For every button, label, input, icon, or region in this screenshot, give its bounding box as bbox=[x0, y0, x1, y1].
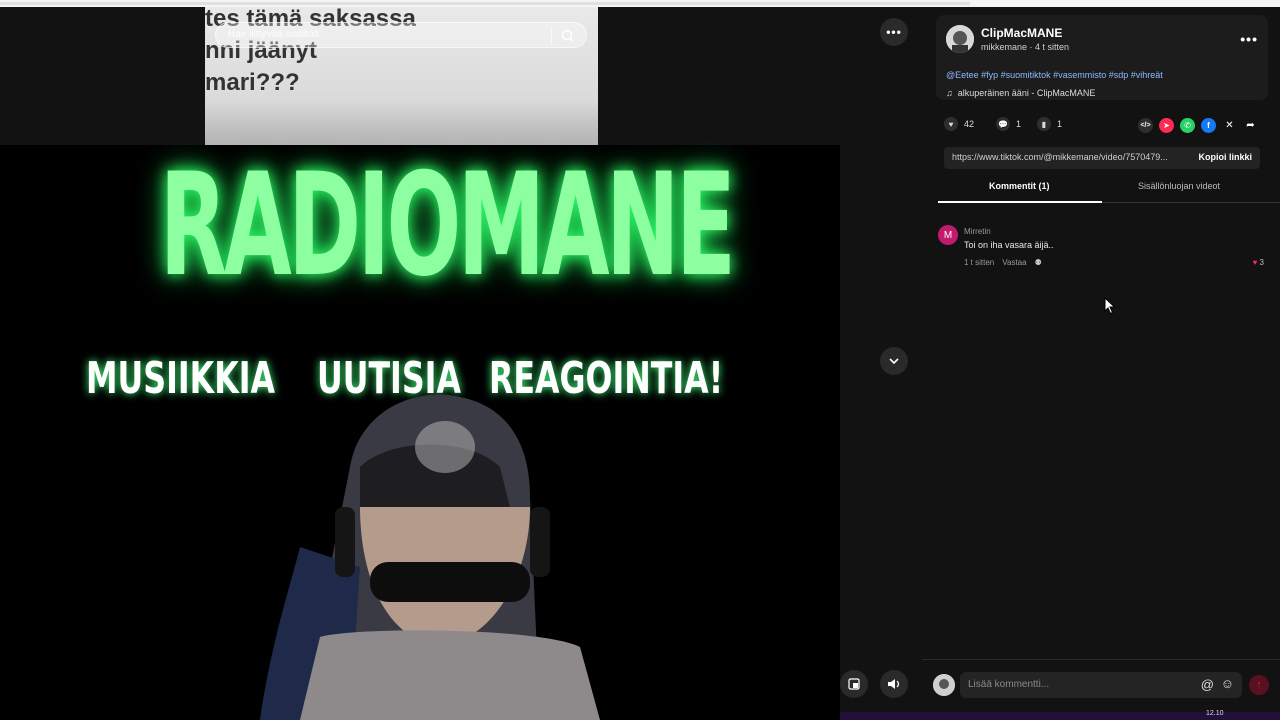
comment-icon: 💬 bbox=[996, 117, 1010, 131]
embed-icon[interactable]: </> bbox=[1138, 118, 1153, 133]
bookmark-icon: ▮ bbox=[1037, 117, 1051, 131]
heart-icon: ♥ bbox=[1252, 258, 1258, 267]
active-tab-indicator bbox=[938, 201, 1102, 203]
mention-icon[interactable]: @ bbox=[1201, 677, 1214, 692]
comment-button[interactable]: 💬 1 bbox=[996, 117, 1021, 131]
commenter-avatar[interactable]: M bbox=[938, 225, 958, 245]
x-icon[interactable]: ✕ bbox=[1222, 118, 1237, 133]
commenter-name[interactable]: Mirretin bbox=[964, 227, 991, 236]
video-url: https://www.tiktok.com/@mikkemane/video/… bbox=[952, 152, 1168, 162]
stream-title: RADIOMANE bbox=[159, 143, 736, 308]
embedded-shade bbox=[205, 102, 598, 145]
share-arrow-icon[interactable]: ➦ bbox=[1243, 118, 1258, 133]
creator-liked-icon: ⚉ bbox=[1034, 258, 1042, 267]
video-side-controls: ••• bbox=[840, 7, 922, 720]
tab-comments[interactable]: Kommentit (1) bbox=[989, 181, 1050, 191]
chevron-down-icon bbox=[889, 358, 899, 365]
comment-count: 1 bbox=[1016, 119, 1022, 129]
avatar-image bbox=[946, 25, 974, 53]
search-icon[interactable] bbox=[560, 28, 576, 44]
whatsapp-icon[interactable]: ✆ bbox=[1180, 118, 1195, 133]
more-options-button[interactable]: ••• bbox=[880, 18, 908, 46]
comment-time: 1 t sitten bbox=[964, 258, 995, 267]
search-divider bbox=[551, 27, 552, 45]
volume-button[interactable] bbox=[880, 670, 908, 698]
reply-button[interactable]: Vastaa bbox=[1002, 258, 1026, 267]
save-button[interactable]: ▮ 1 bbox=[1037, 117, 1062, 131]
search-placeholder: Hae liittyvää sisältöä bbox=[228, 29, 320, 40]
comment-text: Toi on iha vasara äijä.. bbox=[964, 240, 1054, 250]
taskbar-strip: 12.10 bbox=[840, 710, 1280, 720]
comment-like-button[interactable]: ♥ 3 bbox=[1253, 258, 1264, 267]
copy-link-button[interactable]: Kopioi linkki bbox=[1198, 152, 1252, 162]
panel-tabs: Kommentit (1) Sisällönluojan videot bbox=[938, 179, 1280, 203]
picture-in-picture-button[interactable] bbox=[840, 670, 868, 698]
like-count: 42 bbox=[964, 119, 975, 129]
top-strip bbox=[0, 0, 1280, 7]
comment-like-count: 3 bbox=[1259, 258, 1264, 267]
emoji-icon[interactable]: ☺ bbox=[1221, 676, 1234, 691]
avatar-image bbox=[933, 674, 955, 696]
volume-icon bbox=[888, 679, 900, 689]
streamer-webcam bbox=[260, 394, 600, 720]
comment-input-placeholder: Lisää kommentti... bbox=[968, 679, 1050, 690]
embedded-text-line: mari??? bbox=[205, 69, 300, 96]
comment-input[interactable]: Lisää kommentti... @ ☺ bbox=[960, 672, 1242, 698]
video-info-card: ClipMacMANE mikkemane · 4 t sitten ••• @… bbox=[936, 15, 1268, 100]
post-comment-button[interactable]: ↑ bbox=[1249, 675, 1269, 695]
save-count: 1 bbox=[1057, 119, 1063, 129]
mouse-cursor-icon bbox=[1104, 297, 1116, 315]
video-actions: ♥ 42 💬 1 ▮ 1 </> ➤ ✆ f ✕ ➦ bbox=[944, 117, 1264, 135]
user-avatar bbox=[933, 674, 955, 696]
top-divider bbox=[0, 2, 970, 5]
video-player[interactable]: tes tämä saksassa nni jäänyt mari??? Hae… bbox=[0, 7, 922, 720]
comment-item: M Mirretin Toi on iha vasara äijä.. 1 t … bbox=[938, 225, 1268, 275]
pip-icon bbox=[848, 678, 860, 690]
comment-composer: Lisää kommentti... @ ☺ ↑ bbox=[922, 659, 1280, 712]
sound-link[interactable]: ♫ alkuperäinen ääni - ClipMacMANE bbox=[946, 88, 1095, 98]
arrow-up-icon: ↑ bbox=[1256, 679, 1262, 691]
send-to-friends-icon[interactable]: ➤ bbox=[1159, 118, 1174, 133]
comment-meta: 1 t sitten Vastaa ⚉ bbox=[964, 258, 1042, 267]
sound-title: alkuperäinen ääni - ClipMacMANE bbox=[957, 88, 1096, 98]
author-name[interactable]: ClipMacMANE bbox=[981, 26, 1062, 40]
author-username-time: mikkemane · 4 t sitten bbox=[981, 42, 1070, 52]
next-video-button[interactable] bbox=[880, 347, 908, 375]
more-options-icon[interactable]: ••• bbox=[1240, 31, 1258, 47]
author-avatar[interactable] bbox=[946, 25, 974, 53]
facebook-icon[interactable]: f bbox=[1201, 118, 1216, 133]
like-button[interactable]: ♥ 42 bbox=[944, 117, 974, 131]
video-hashtags[interactable]: @Eetee #fyp #suomitiktok #vasemmisto #sd… bbox=[946, 70, 1163, 80]
details-panel: ClipMacMANE mikkemane · 4 t sitten ••• @… bbox=[922, 7, 1280, 720]
search-input[interactable]: Hae liittyvää sisältöä bbox=[215, 22, 587, 48]
music-note-icon: ♫ bbox=[946, 88, 953, 98]
heart-icon: ♥ bbox=[944, 117, 958, 131]
tab-creator-videos[interactable]: Sisällönluojan videot bbox=[1138, 181, 1220, 191]
more-icon: ••• bbox=[886, 25, 902, 39]
video-link-row: https://www.tiktok.com/@mikkemane/video/… bbox=[944, 147, 1260, 169]
taskbar-clock: 12.10 bbox=[1206, 710, 1224, 717]
